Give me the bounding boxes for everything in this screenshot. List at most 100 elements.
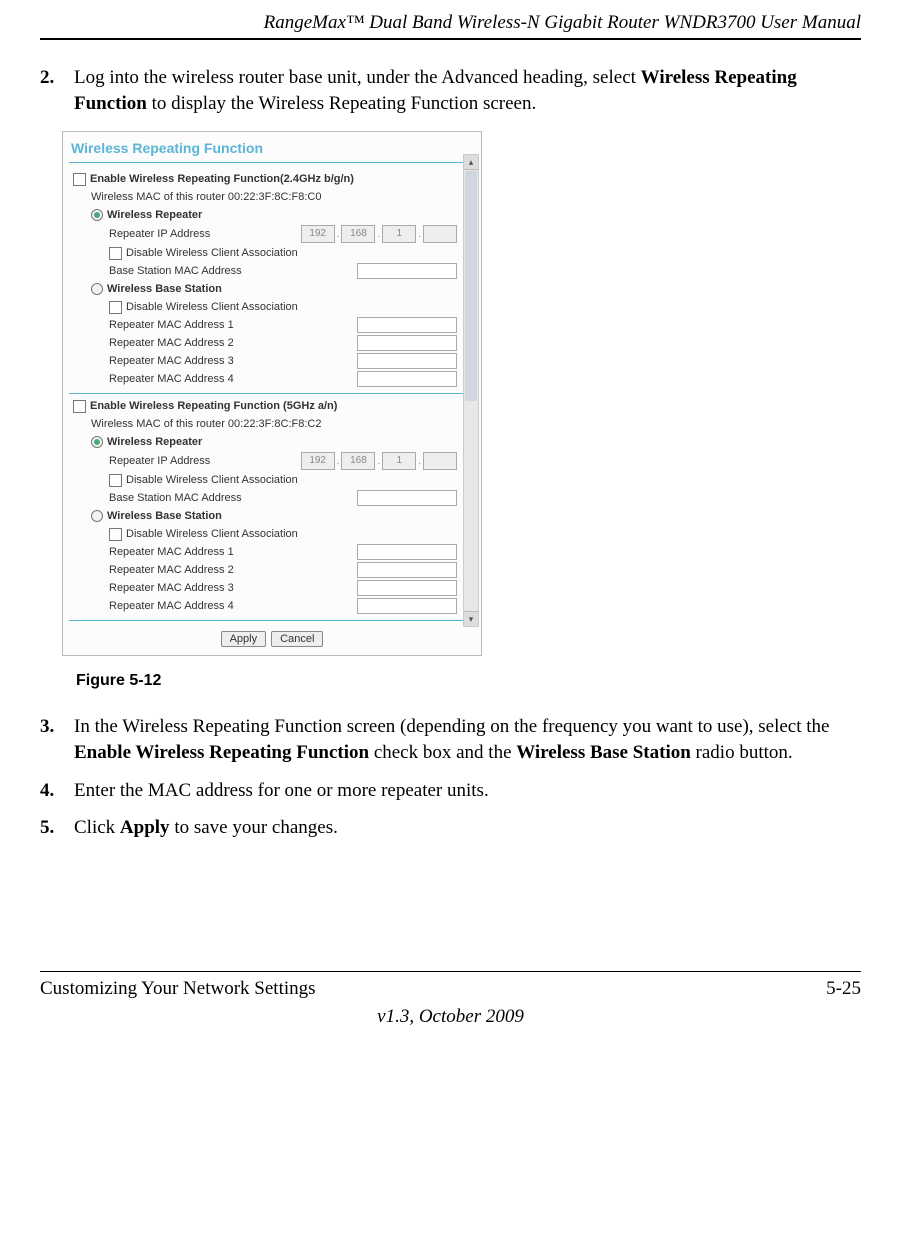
cancel-button[interactable]: Cancel <box>271 631 323 647</box>
rep4-input[interactable] <box>357 371 457 387</box>
step-number: 3. <box>40 714 74 765</box>
enable-5-row: Enable Wireless Repeating Function (5GHz… <box>73 398 457 414</box>
rep4-input-5[interactable] <box>357 598 457 614</box>
disable-assoc-24-row: Disable Wireless Client Association <box>73 245 457 261</box>
ip-octet-3[interactable]: 1 <box>382 452 416 470</box>
rep1-input[interactable] <box>357 317 457 333</box>
apply-button[interactable]: Apply <box>221 631 267 647</box>
wireless-repeater-label: Wireless Repeater <box>107 209 202 221</box>
divider <box>69 162 475 163</box>
step-body: Enter the MAC address for one or more re… <box>74 778 861 804</box>
wireless-repeater-label-5: Wireless Repeater <box>107 436 202 448</box>
rep2-input-5[interactable] <box>357 562 457 578</box>
disable-assoc-label-5: Disable Wireless Client Association <box>126 474 298 486</box>
disable-assoc-base-checkbox-5[interactable] <box>109 528 122 541</box>
step-3: 3. In the Wireless Repeating Function sc… <box>40 714 861 765</box>
rep2-24-row: Repeater MAC Address 2 <box>73 335 457 351</box>
page-footer: Customizing Your Network Settings 5-25 v… <box>40 971 861 1028</box>
band-24ghz-block: Enable Wireless Repeating Function(2.4GH… <box>69 171 475 387</box>
rep2-label-5: Repeater MAC Address 2 <box>109 564 357 576</box>
rep2-5-row: Repeater MAC Address 2 <box>73 562 457 578</box>
wireless-base-label-5: Wireless Base Station <box>107 510 222 522</box>
ip-octet-1[interactable]: 192 <box>301 225 335 243</box>
base-mac-input-5[interactable] <box>357 490 457 506</box>
repeater-ip-5-row: Repeater IP Address 192. 168. 1. <box>73 452 457 470</box>
rep2-input[interactable] <box>357 335 457 351</box>
rep3-24-row: Repeater MAC Address 3 <box>73 353 457 369</box>
rep4-label: Repeater MAC Address 4 <box>109 373 357 385</box>
step-5: 5. Click Apply to save your changes. <box>40 815 861 841</box>
band-5ghz-block: Enable Wireless Repeating Function (5GHz… <box>69 398 475 614</box>
ip-input-group: 192. 168. 1. <box>301 225 457 243</box>
disable-assoc-checkbox[interactable] <box>109 247 122 260</box>
base-mac-input[interactable] <box>357 263 457 279</box>
step-4: 4. Enter the MAC address for one or more… <box>40 778 861 804</box>
step-number: 5. <box>40 815 74 841</box>
wireless-base-radio[interactable] <box>91 283 103 295</box>
step-body: Log into the wireless router base unit, … <box>74 65 861 116</box>
rep3-input[interactable] <box>357 353 457 369</box>
rep1-input-5[interactable] <box>357 544 457 560</box>
disable-assoc-checkbox-5[interactable] <box>109 474 122 487</box>
ip-octet-2[interactable]: 168 <box>341 452 375 470</box>
repeater-ip-24-row: Repeater IP Address 192. 168. 1. <box>73 225 457 243</box>
rep4-label-5: Repeater MAC Address 4 <box>109 600 357 612</box>
base-radio-5-row: Wireless Base Station <box>73 508 457 524</box>
footer-section: Customizing Your Network Settings <box>40 978 316 1000</box>
mac-24-row: Wireless MAC of this router 00:22:3F:8C:… <box>73 189 457 205</box>
disable-assoc-base-5-row: Disable Wireless Client Association <box>73 526 457 542</box>
wireless-base-label: Wireless Base Station <box>107 283 222 295</box>
ip-octet-2[interactable]: 168 <box>341 225 375 243</box>
scroll-down-icon[interactable]: ▾ <box>464 611 478 626</box>
repeater-ip-label: Repeater IP Address <box>109 228 301 240</box>
wireless-base-radio-5[interactable] <box>91 510 103 522</box>
ip-octet-3[interactable]: 1 <box>382 225 416 243</box>
rep3-label: Repeater MAC Address 3 <box>109 355 357 367</box>
disable-assoc-base-label: Disable Wireless Client Association <box>126 301 298 313</box>
base-mac-5-row: Base Station MAC Address <box>73 490 457 506</box>
repeater-radio-24-row: Wireless Repeater <box>73 207 457 223</box>
mac-24-label: Wireless MAC of this router 00:22:3F:8C:… <box>91 191 321 203</box>
step-2: 2. Log into the wireless router base uni… <box>40 65 861 116</box>
manual-title: RangeMax™ Dual Band Wireless-N Gigabit R… <box>264 12 861 33</box>
enable-24-label: Enable Wireless Repeating Function(2.4GH… <box>90 173 354 185</box>
rep1-5-row: Repeater MAC Address 1 <box>73 544 457 560</box>
rep2-label: Repeater MAC Address 2 <box>109 337 357 349</box>
step-body: Click Apply to save your changes. <box>74 815 861 841</box>
base-mac-24-row: Base Station MAC Address <box>73 263 457 279</box>
rep3-label-5: Repeater MAC Address 3 <box>109 582 357 594</box>
base-radio-24-row: Wireless Base Station <box>73 281 457 297</box>
figure-5-12: Wireless Repeating Function Enable Wirel… <box>62 131 861 690</box>
step-body: In the Wireless Repeating Function scree… <box>74 714 861 765</box>
wireless-repeater-radio[interactable] <box>91 209 103 221</box>
disable-assoc-5-row: Disable Wireless Client Association <box>73 472 457 488</box>
figure-caption: Figure 5-12 <box>76 672 861 690</box>
repeater-radio-5-row: Wireless Repeater <box>73 434 457 450</box>
step-number: 2. <box>40 65 74 116</box>
enable-24-row: Enable Wireless Repeating Function(2.4GH… <box>73 171 457 187</box>
scroll-up-icon[interactable]: ▴ <box>464 155 478 170</box>
scrollbar[interactable]: ▴ ▾ <box>463 154 479 627</box>
panel-title: Wireless Repeating Function <box>69 138 475 162</box>
rep3-input-5[interactable] <box>357 580 457 596</box>
page-header: RangeMax™ Dual Band Wireless-N Gigabit R… <box>40 12 861 40</box>
repeater-ip-label-5: Repeater IP Address <box>109 455 301 467</box>
screenshot-panel: Wireless Repeating Function Enable Wirel… <box>62 131 482 656</box>
enable-5-checkbox[interactable] <box>73 400 86 413</box>
ip-octet-4[interactable] <box>423 225 457 243</box>
rep4-24-row: Repeater MAC Address 4 <box>73 371 457 387</box>
scroll-thumb[interactable] <box>465 171 477 401</box>
button-bar: Apply Cancel <box>69 625 475 649</box>
divider <box>69 393 475 394</box>
enable-5-label: Enable Wireless Repeating Function (5GHz… <box>90 400 337 412</box>
ip-octet-4[interactable] <box>423 452 457 470</box>
rep3-5-row: Repeater MAC Address 3 <box>73 580 457 596</box>
mac-5-label: Wireless MAC of this router 00:22:3F:8C:… <box>91 418 321 430</box>
ip-input-group-5: 192. 168. 1. <box>301 452 457 470</box>
disable-assoc-base-checkbox[interactable] <box>109 301 122 314</box>
wireless-repeater-radio-5[interactable] <box>91 436 103 448</box>
rep1-24-row: Repeater MAC Address 1 <box>73 317 457 333</box>
ip-octet-1[interactable]: 192 <box>301 452 335 470</box>
divider <box>69 620 475 621</box>
enable-24-checkbox[interactable] <box>73 173 86 186</box>
